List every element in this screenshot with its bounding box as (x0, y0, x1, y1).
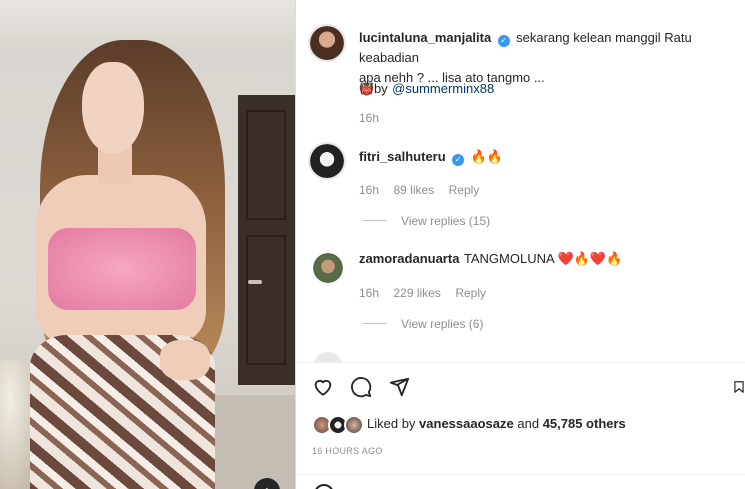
view-replies-button[interactable]: View replies (15) (401, 214, 490, 228)
comment-username[interactable]: fitri_salhuteru (359, 149, 446, 164)
comment-text: 🔥🔥 (470, 149, 503, 164)
replies-line (363, 323, 387, 324)
liked-by-prefix: Liked by (367, 416, 416, 431)
comment-1: fitri_salhuteru ✓ 🔥🔥 (359, 148, 503, 166)
bookmark-icon[interactable] (732, 374, 745, 400)
emoji-icon[interactable] (314, 484, 334, 489)
post-media[interactable] (0, 0, 295, 489)
comment-username[interactable]: zamoradanuarta (359, 251, 459, 266)
comment-avatar (313, 352, 343, 362)
comment-likes[interactable]: 229 likes (393, 286, 440, 300)
liker-avatar (344, 415, 364, 435)
liked-by-text: Liked by vanessaaosaze and 45,785 others (367, 416, 626, 431)
divider (296, 362, 745, 363)
door-panel (246, 110, 286, 220)
verified-badge-icon: ✓ (452, 154, 465, 166)
liked-by-middle: and (517, 416, 540, 431)
door-panel (246, 235, 286, 365)
author-avatar[interactable] (308, 24, 346, 62)
comment-avatar[interactable] (308, 142, 346, 180)
liked-by-user[interactable]: vanessaaosaze (419, 416, 514, 431)
comment-2-meta: 16h 229 likes Reply (359, 284, 486, 302)
comments-section[interactable]: lucintaluna_manjalita ✓ sekarang kelean … (296, 0, 745, 362)
door-handle (248, 280, 262, 284)
person-arm (160, 340, 210, 380)
comment-text: TANGMOLUNA ❤️🔥❤️🔥 (463, 251, 623, 266)
verified-badge-icon: ✓ (497, 35, 510, 47)
comment-time: 16h (359, 286, 380, 300)
paper-plane-icon[interactable] (386, 374, 412, 400)
liked-by-count[interactable]: 45,785 others (543, 416, 626, 431)
comment-1-meta: 16h 89 likes Reply (359, 181, 479, 199)
heart-icon[interactable] (310, 374, 336, 400)
post-details-panel: lucintaluna_manjalita ✓ sekarang kelean … (295, 0, 745, 489)
comment-likes[interactable]: 89 likes (393, 183, 434, 197)
author-username[interactable]: lucintaluna_manjalita (359, 30, 491, 45)
post-timestamp: 16 HOURS AGO (312, 446, 383, 456)
caption: lucintaluna_manjalita ✓ sekarang kelean … (359, 28, 745, 88)
pink-top (48, 228, 196, 310)
comment-avatar[interactable] (313, 253, 343, 283)
devil-emoji-icon: 👹 (359, 82, 374, 96)
replies-line (363, 220, 387, 221)
credit-user-link[interactable]: @summerminx88 (392, 81, 494, 96)
comment-time: 16h (359, 183, 380, 197)
view-replies-button[interactable]: View replies (6) (401, 317, 483, 331)
reply-button[interactable]: Reply (455, 286, 486, 300)
caption-time: 16h (359, 111, 380, 125)
reply-button[interactable]: Reply (449, 183, 480, 197)
credit-prefix: by (373, 81, 388, 96)
caption-credit: 👹by @summerminx88 (359, 80, 494, 98)
person-face (82, 62, 144, 154)
comment-bubble-icon[interactable] (348, 374, 374, 400)
divider (296, 474, 745, 475)
comment-2: zamoradanuarta TANGMOLUNA ❤️🔥❤️🔥 (359, 250, 622, 268)
